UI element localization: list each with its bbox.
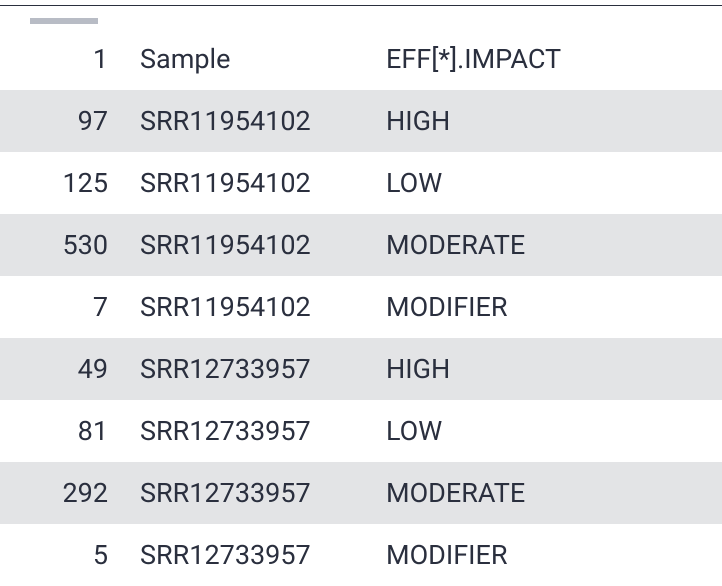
header-sample: Sample bbox=[112, 43, 382, 75]
table-row: 125 SRR11954102 LOW bbox=[0, 152, 722, 214]
row-count: 5 bbox=[0, 539, 112, 571]
table-row: 97 SRR11954102 HIGH bbox=[0, 90, 722, 152]
row-impact: MODIFIER bbox=[382, 539, 704, 571]
row-sample: SRR11954102 bbox=[112, 291, 382, 323]
row-count: 125 bbox=[0, 167, 112, 199]
row-count: 7 bbox=[0, 291, 112, 323]
table-container: 1 Sample EFF[*].IMPACT 97 SRR11954102 HI… bbox=[0, 6, 722, 586]
table-row: 5 SRR12733957 MODIFIER bbox=[0, 524, 722, 586]
row-impact: MODIFIER bbox=[382, 291, 704, 323]
row-count: 530 bbox=[0, 229, 112, 261]
data-table: 1 Sample EFF[*].IMPACT 97 SRR11954102 HI… bbox=[0, 28, 722, 586]
row-sample: SRR12733957 bbox=[112, 477, 382, 509]
table-row: 292 SRR12733957 MODERATE bbox=[0, 462, 722, 524]
header-impact: EFF[*].IMPACT bbox=[382, 43, 704, 75]
header-count: 1 bbox=[0, 43, 112, 75]
row-sample: SRR12733957 bbox=[112, 353, 382, 385]
row-impact: HIGH bbox=[382, 353, 704, 385]
table-row: 49 SRR12733957 HIGH bbox=[0, 338, 722, 400]
table-header-row: 1 Sample EFF[*].IMPACT bbox=[0, 28, 722, 90]
row-sample: SRR11954102 bbox=[112, 105, 382, 137]
row-sample: SRR12733957 bbox=[112, 539, 382, 571]
row-impact: MODERATE bbox=[382, 477, 704, 509]
row-sample: SRR12733957 bbox=[112, 415, 382, 447]
row-sample: SRR11954102 bbox=[112, 167, 382, 199]
row-impact: MODERATE bbox=[382, 229, 704, 261]
row-count: 292 bbox=[0, 477, 112, 509]
table-row: 81 SRR12733957 LOW bbox=[0, 400, 722, 462]
row-sample: SRR11954102 bbox=[112, 229, 382, 261]
row-count: 97 bbox=[0, 105, 112, 137]
table-row: 530 SRR11954102 MODERATE bbox=[0, 214, 722, 276]
row-impact: HIGH bbox=[382, 105, 704, 137]
sort-indicator[interactable] bbox=[30, 18, 98, 24]
row-impact: LOW bbox=[382, 167, 704, 199]
row-count: 81 bbox=[0, 415, 112, 447]
row-impact: LOW bbox=[382, 415, 704, 447]
row-count: 49 bbox=[0, 353, 112, 385]
table-row: 7 SRR11954102 MODIFIER bbox=[0, 276, 722, 338]
